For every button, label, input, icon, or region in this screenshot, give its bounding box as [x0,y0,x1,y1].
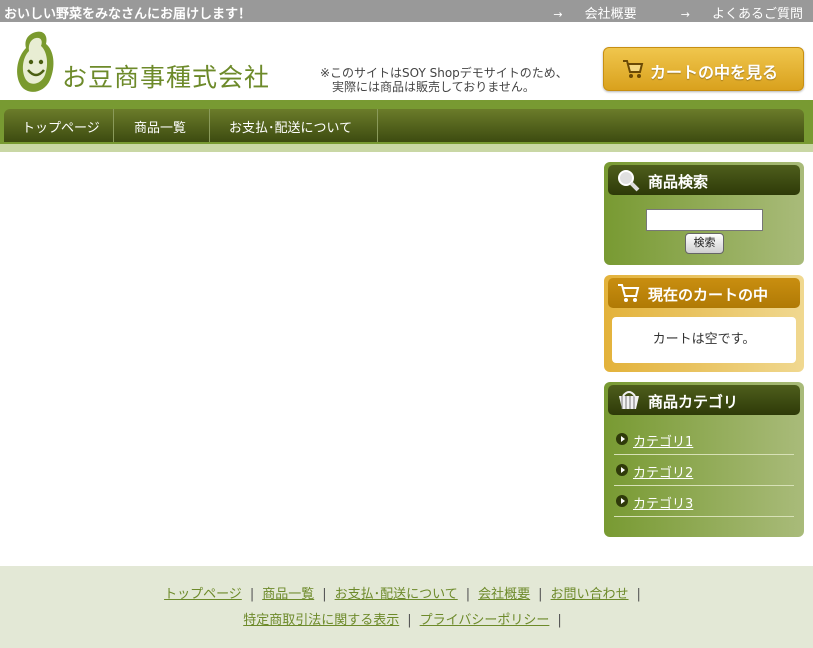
arrow-right-icon: → [680,8,690,21]
basket-icon [619,391,639,409]
category-item: カテゴリ3 [614,486,794,517]
cart-widget-header: 現在のカートの中 [608,278,800,308]
site-footer: トップページ | 商品一覧 | お支払･配送について | 会社概要 | お問い合わせ | 特定商取… [0,566,813,648]
nav-products[interactable]: 商品一覧 [134,117,186,136]
site-header: お豆商事種式会社 ※このサイトはSOY Shopデモサイトのため、 実際には商品… [0,22,813,100]
notice-line-1: ※このサイトはSOY Shopデモサイトのため、 [320,66,568,80]
bullet-arrow-icon [616,464,628,476]
magnifier-icon [618,170,640,192]
bullet-arrow-icon [616,495,628,507]
main-nav: トップページ 商品一覧 お支払･配送について [4,109,804,142]
company-logo-text[interactable]: お豆商事種式会社 [62,58,270,94]
view-cart-label: カートの中を見る [650,63,779,82]
nav-payment-shipping[interactable]: お支払･配送について [229,117,352,136]
shopping-cart-icon [618,284,640,302]
footer-link-contact[interactable]: お問い合わせ [551,587,629,602]
notice-line-2: 実際には商品は販売しておりません。 [332,80,535,94]
footer-links-row-2: 特定商取引法に関する表示 | プライバシーポリシー | [0,609,813,628]
nav-stripe [0,144,813,152]
top-bar: おいしい野菜をみなさんにお届けします！ → 会社概要 → よくあるご質問 [0,0,813,22]
product-category-widget: 商品カテゴリ カテゴリ1 カテゴリ2 カテゴリ3 [604,382,804,537]
product-search-widget: 商品検索 検索 [604,162,804,265]
footer-links-row-1: トップページ | 商品一覧 | お支払･配送について | 会社概要 | お問い合わせ | [0,583,813,602]
category-item: カテゴリ1 [614,424,794,455]
footer-separator: | [465,587,471,602]
nav-separator [377,109,378,142]
top-links: → 会社概要 → よくあるご質問 [513,3,803,22]
footer-separator: | [538,587,543,602]
bullet-arrow-icon [616,433,628,445]
category-link-3[interactable]: カテゴリ3 [633,493,693,512]
main-nav-band: トップページ 商品一覧 お支払･配送について [0,100,813,144]
footer-link-legal-notice[interactable]: 特定商取引法に関する表示 [243,613,399,628]
footer-separator: | [407,613,412,628]
current-cart-widget: 現在のカートの中 カートは空です。 [604,275,804,372]
search-widget-header: 商品検索 [608,165,800,195]
category-widget-title: 商品カテゴリ [648,393,739,411]
search-button[interactable]: 検索 [685,233,724,254]
arrow-right-icon: → [553,8,563,21]
nav-separator [113,109,114,142]
search-input[interactable] [646,209,763,231]
site-tagline: おいしい野菜をみなさんにお届けします！ [4,7,252,22]
footer-link-top-page[interactable]: トップページ [164,587,242,602]
category-link-2[interactable]: カテゴリ2 [633,462,693,481]
footer-link-payment-shipping[interactable]: お支払･配送について [335,587,458,602]
faq-link[interactable]: → よくあるご質問 [661,7,803,22]
footer-link-privacy-policy[interactable]: プライバシーポリシー [420,613,550,628]
category-item: カテゴリ2 [614,455,794,486]
footer-separator: | [557,613,562,628]
bean-mascot-icon[interactable] [14,26,58,98]
footer-link-company[interactable]: 会社概要 [478,587,530,602]
category-widget-header: 商品カテゴリ [608,385,800,415]
footer-separator: | [636,587,641,602]
company-link[interactable]: → 会社概要 [533,7,636,22]
cart-status: カートは空です。 [612,317,796,363]
category-link-1[interactable]: カテゴリ1 [633,431,693,450]
cart-widget-title: 現在のカートの中 [648,286,769,304]
search-widget-title: 商品検索 [648,173,709,191]
nav-separator [209,109,210,142]
shopping-cart-icon [623,60,644,78]
footer-link-products[interactable]: 商品一覧 [262,587,314,602]
nav-top-page[interactable]: トップページ [22,117,100,136]
footer-separator: | [322,587,327,602]
footer-separator: | [249,587,255,602]
demo-notice: ※このサイトはSOY Shopデモサイトのため、 実際には商品は販売しておりませ… [320,66,568,94]
view-cart-button[interactable]: カートの中を見る [603,47,804,91]
